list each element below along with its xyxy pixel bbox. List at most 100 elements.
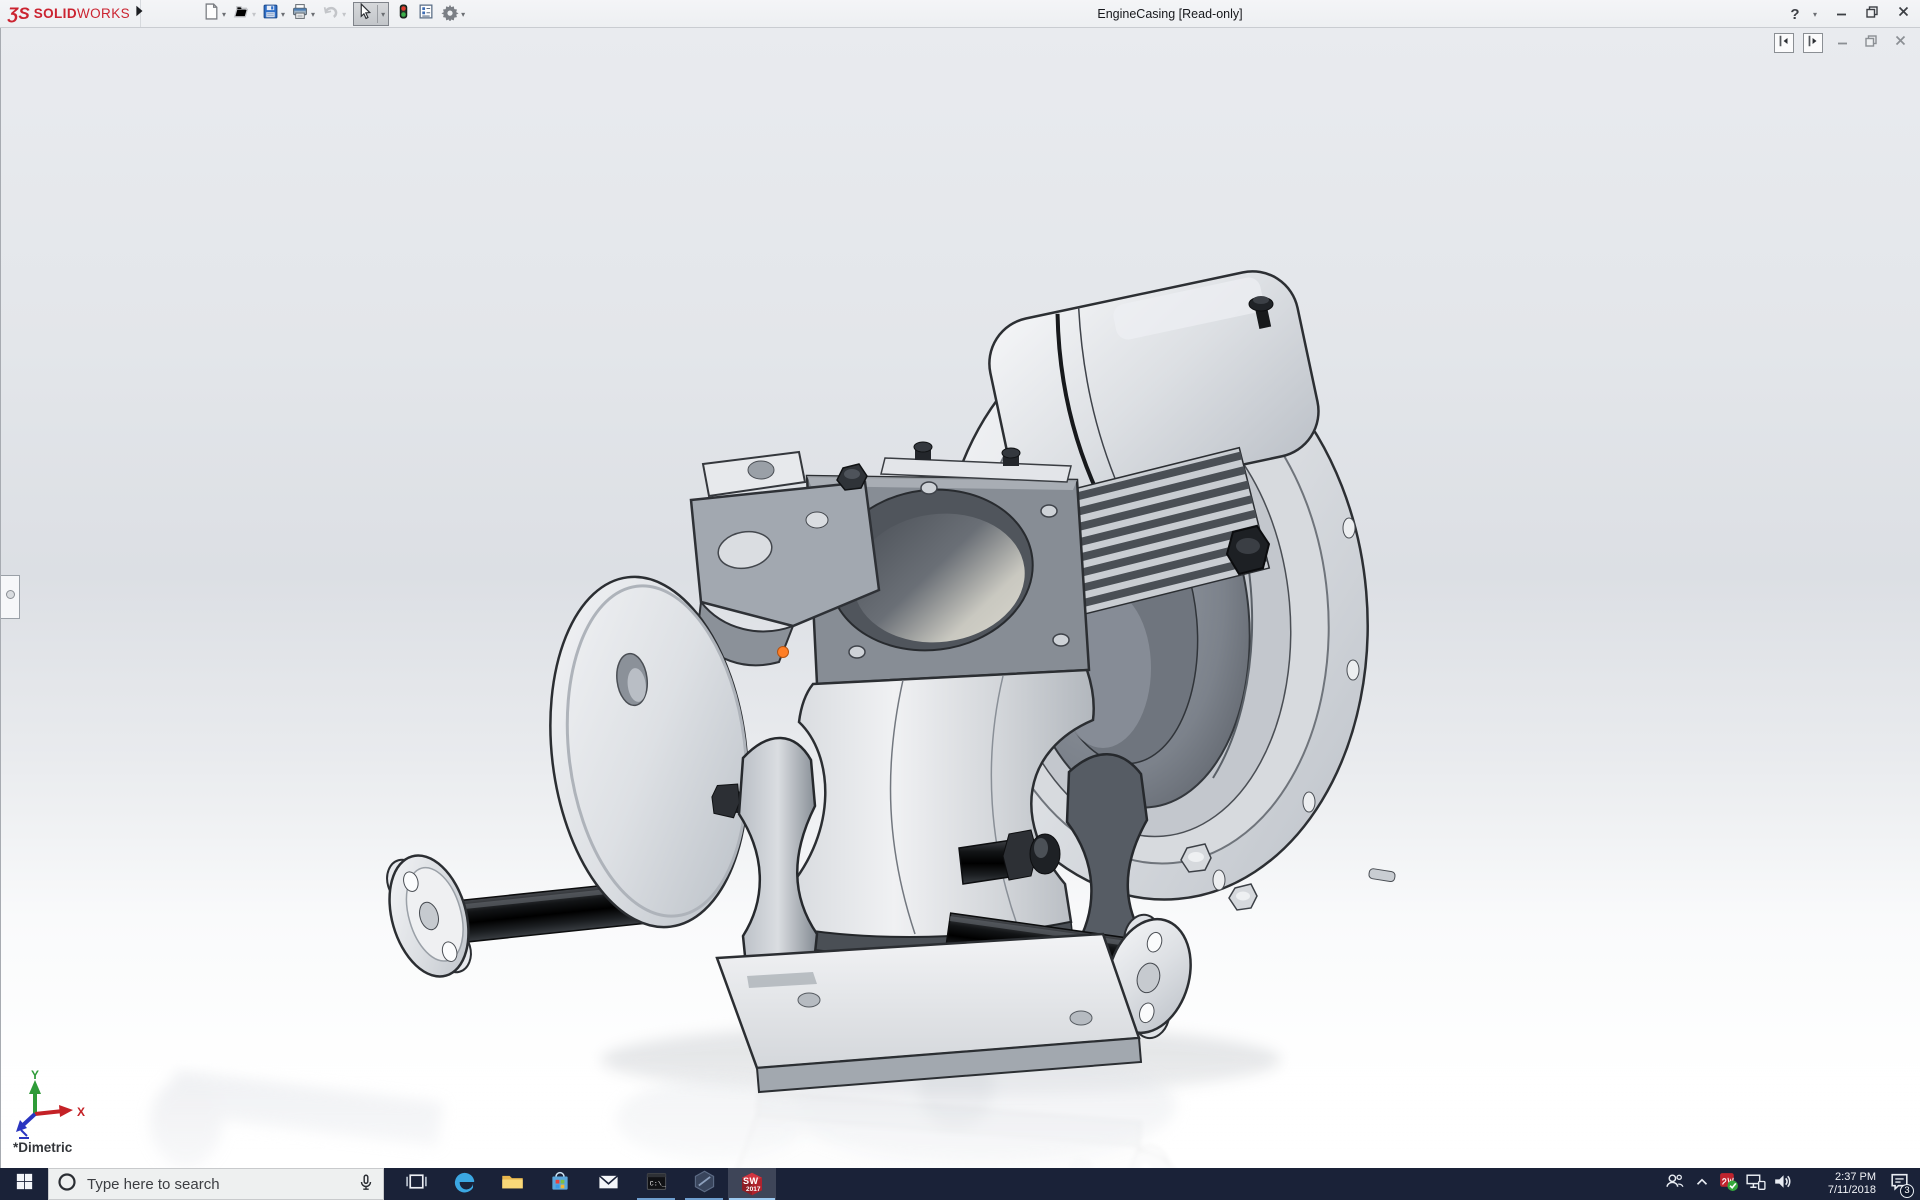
notification-count-badge: 3 <box>1900 1184 1914 1198</box>
graphics-viewport[interactable]: Y X *Dimetric <box>0 28 1920 1168</box>
terminal-glyph: C:\_ <box>649 1180 666 1188</box>
taskbar: Type here to search <box>0 1168 1920 1200</box>
microphone-icon[interactable] <box>357 1172 375 1197</box>
task-view-icon <box>405 1170 428 1198</box>
network-button[interactable] <box>1742 1168 1769 1200</box>
restore-icon <box>1865 5 1879 24</box>
expand-pane-icon <box>6 590 15 599</box>
edge-icon <box>452 1169 477 1199</box>
task-view-button[interactable] <box>392 1168 440 1200</box>
options-button[interactable]: ▾ <box>438 2 468 26</box>
show-left-pane-button[interactable] <box>1774 33 1794 53</box>
action-center-button[interactable]: 3 <box>1882 1168 1916 1200</box>
triad-x-label: X <box>77 1105 85 1119</box>
close-icon <box>1894 34 1907 52</box>
people-button[interactable] <box>1661 1168 1688 1200</box>
chevron-down-icon[interactable]: ▾ <box>342 10 346 19</box>
close-icon <box>1897 5 1910 23</box>
new-button[interactable]: ▾ <box>200 2 229 26</box>
pane-arrow-right-icon <box>1806 34 1820 53</box>
engine-casing-model[interactable] <box>376 263 1395 1092</box>
save-button[interactable]: ▾ <box>259 2 288 26</box>
minimize-button[interactable] <box>1832 3 1850 25</box>
gear-icon <box>441 3 459 26</box>
titlebar: ƷS SOLID WORKS ▾ ▾ ▾ <box>0 0 1920 28</box>
chevron-down-icon[interactable]: ▾ <box>252 10 256 19</box>
question-icon: ? <box>1790 6 1799 23</box>
print-icon <box>291 3 309 25</box>
open-folder-icon <box>232 3 250 25</box>
pane-arrow-left-icon <box>1777 34 1791 53</box>
file-properties-button[interactable] <box>414 2 438 26</box>
new-document-icon <box>203 3 220 25</box>
solidworks-taskbar-button[interactable]: SW 2017 <box>728 1168 776 1200</box>
people-icon <box>1664 1171 1685 1197</box>
chevron-down-icon[interactable]: ▾ <box>461 10 465 19</box>
file-properties-icon <box>417 3 435 25</box>
envelope-icon <box>596 1169 621 1199</box>
toolbar-flyout-button[interactable] <box>128 2 150 25</box>
sw-check-icon <box>1718 1171 1739 1197</box>
save-floppy-icon <box>262 3 279 25</box>
window-controls: ? ▾ <box>1786 0 1912 28</box>
open-button[interactable]: ▾ <box>229 2 259 26</box>
sw-label: SW <box>743 1176 759 1186</box>
undo-arrow-icon <box>321 3 340 25</box>
hidden-icons-button[interactable] <box>1688 1168 1715 1200</box>
window-title: EngineCasing [Read-only] <box>540 0 1800 28</box>
doc-minimize-button[interactable] <box>1832 33 1852 53</box>
solidworks-cube-icon: SW 2017 <box>737 1169 767 1199</box>
speaker-icon <box>1771 1170 1794 1198</box>
doc-close-button[interactable] <box>1890 33 1910 53</box>
feature-tree-tab[interactable] <box>1 575 20 619</box>
reference-triad: Y X <box>15 1068 93 1140</box>
system-tray: 2:37 PM 7/11/2018 3 <box>1661 1168 1920 1200</box>
store-button[interactable] <box>536 1168 584 1200</box>
chevron-down-icon[interactable]: ▾ <box>281 10 285 19</box>
select-button[interactable]: ▾ <box>353 2 389 26</box>
volume-button[interactable] <box>1769 1168 1796 1200</box>
start-button[interactable] <box>0 1168 48 1200</box>
terminal-icon: C:\_ <box>644 1169 669 1199</box>
solidworks-logo: ƷS SOLID WORKS <box>4 0 141 27</box>
edge-button[interactable] <box>440 1168 488 1200</box>
command-prompt-button[interactable]: C:\_ <box>632 1168 680 1200</box>
tray-time: 2:37 PM <box>1800 1171 1876 1184</box>
restore-button[interactable] <box>1863 3 1881 25</box>
taskbar-search[interactable]: Type here to search <box>48 1168 384 1200</box>
taskbar-buttons: C:\_ SW 2017 <box>392 1168 776 1200</box>
store-bag-icon <box>548 1170 572 1199</box>
solidworks-tray-button[interactable] <box>1715 1168 1742 1200</box>
chevron-down-icon[interactable]: ▾ <box>222 10 226 19</box>
chevron-down-icon[interactable]: ▾ <box>377 5 385 23</box>
chevron-down-icon[interactable]: ▾ <box>311 10 315 19</box>
view-orientation-label: *Dimetric <box>13 1140 72 1155</box>
hexagon-icon <box>692 1169 717 1199</box>
help-dropdown-button[interactable]: ▾ <box>1809 3 1819 25</box>
standard-toolbar: ▾ ▾ ▾ ▾ <box>200 1 468 27</box>
close-button[interactable] <box>1894 3 1912 25</box>
network-icon <box>1744 1170 1767 1198</box>
minimize-icon <box>1835 5 1848 23</box>
traffic-light-icon <box>396 3 411 25</box>
folder-icon <box>500 1169 525 1199</box>
minimize-icon <box>1836 34 1849 52</box>
tray-clock[interactable]: 2:37 PM 7/11/2018 <box>1800 1171 1876 1197</box>
show-right-pane-button[interactable] <box>1803 33 1823 53</box>
doc-restore-button[interactable] <box>1861 33 1881 53</box>
sw-year: 2017 <box>746 1186 760 1193</box>
search-placeholder: Type here to search <box>87 1176 347 1193</box>
chevron-up-icon <box>1693 1173 1711 1196</box>
ds-logo-glyph: ƷS <box>8 4 30 24</box>
select-cursor-icon <box>357 3 374 25</box>
windows-logo-icon <box>16 1173 33 1195</box>
print-button[interactable]: ▾ <box>288 2 318 26</box>
app-dark-button[interactable] <box>680 1168 728 1200</box>
document-window-controls <box>1774 33 1910 53</box>
help-button[interactable]: ? <box>1786 3 1804 25</box>
undo-button[interactable]: ▾ <box>318 2 349 26</box>
mail-button[interactable] <box>584 1168 632 1200</box>
file-explorer-button[interactable] <box>488 1168 536 1200</box>
rebuild-button[interactable] <box>393 2 414 26</box>
chevron-down-icon: ▾ <box>1813 10 1817 19</box>
